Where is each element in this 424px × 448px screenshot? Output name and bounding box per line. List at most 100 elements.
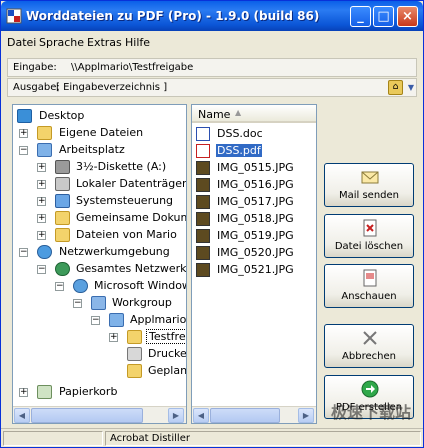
- file-name: IMG_0515.JPG: [217, 161, 294, 174]
- status-printer: Acrobat Distiller: [105, 431, 421, 446]
- output-path-field[interactable]: [ Eingabeverzeichnis ]: [56, 82, 167, 93]
- collapse-icon[interactable]: −: [73, 299, 82, 308]
- expand-icon[interactable]: +: [37, 197, 46, 206]
- collapse-icon[interactable]: −: [37, 265, 46, 274]
- scheduled-tasks-icon: [127, 364, 142, 378]
- floppy-drive-icon: [55, 160, 70, 174]
- scroll-left-icon[interactable]: ◀: [14, 408, 30, 423]
- pdf-icon: [196, 144, 210, 158]
- image-icon: [196, 212, 210, 226]
- tree-label: Lokaler Datenträger (C: [76, 177, 187, 190]
- input-row: Eingabe: \\Applmario\Testfreigabe: [7, 58, 417, 77]
- tree-label: Gesamtes Netzwerk: [76, 262, 187, 275]
- file-list[interactable]: Name ▲ DSS.doc DSS.pdf IMG_0515.JPG IMG_…: [191, 104, 317, 424]
- file-row[interactable]: IMG_0517.JPG: [194, 194, 314, 210]
- app-icon: [6, 8, 22, 24]
- maximize-button[interactable]: □: [373, 6, 394, 27]
- globe-icon: [55, 262, 70, 276]
- workgroup-icon: [91, 296, 106, 310]
- create-pdf-icon: [361, 380, 379, 398]
- scroll-thumb[interactable]: [31, 408, 143, 423]
- scroll-right-icon[interactable]: ▶: [298, 408, 314, 423]
- file-name: DSS.pdf: [216, 144, 262, 157]
- expand-icon[interactable]: +: [37, 214, 46, 223]
- folder-icon: [55, 211, 70, 225]
- cancel-button[interactable]: Abbrechen: [324, 324, 414, 368]
- expand-icon[interactable]: +: [109, 333, 118, 342]
- computer-icon: [109, 313, 124, 327]
- column-header-name[interactable]: Name ▲: [192, 105, 316, 123]
- folder-tree[interactable]: Desktop + Eigene Dateien − Arbeitsplatz …: [12, 104, 187, 424]
- delete-file-button[interactable]: Datei löschen: [324, 214, 414, 258]
- file-row[interactable]: IMG_0520.JPG: [194, 245, 314, 261]
- file-row[interactable]: IMG_0518.JPG: [194, 211, 314, 227]
- file-name: DSS.doc: [217, 127, 263, 140]
- mail-send-label: Mail senden: [338, 190, 400, 201]
- file-row[interactable]: IMG_0516.JPG: [194, 177, 314, 193]
- tree-label: Applmario: [130, 313, 187, 326]
- menu-extras[interactable]: Extras: [87, 36, 122, 49]
- input-path-field[interactable]: \\Applmario\Testfreigabe: [71, 62, 193, 73]
- folder-icon: [55, 228, 70, 242]
- tree-label: Eigene Dateien: [59, 126, 144, 139]
- expand-icon[interactable]: +: [19, 388, 28, 397]
- image-icon: [196, 195, 210, 209]
- scroll-thumb[interactable]: [210, 408, 280, 423]
- mail-send-button[interactable]: Mail senden: [324, 163, 414, 207]
- output-row: Ausgabe: [ Eingabeverzeichnis ] ⌂ ▼: [7, 78, 417, 97]
- sort-ascending-icon: ▲: [235, 108, 242, 117]
- file-name: IMG_0518.JPG: [217, 212, 294, 225]
- scroll-right-icon[interactable]: ▶: [168, 408, 184, 423]
- title-bar[interactable]: Worddateien zu PDF (Pro) - 1.9.0 (build …: [1, 1, 423, 31]
- collapse-icon[interactable]: −: [91, 316, 100, 325]
- expand-icon[interactable]: +: [37, 180, 46, 189]
- watermark-text: 极速下载站: [331, 403, 412, 422]
- tree-label: Dateien von Mario: [76, 228, 177, 241]
- image-icon: [196, 229, 210, 243]
- expand-icon[interactable]: +: [19, 129, 28, 138]
- cancel-label: Abbrechen: [342, 351, 396, 362]
- browse-folder-icon[interactable]: ⌂: [388, 80, 403, 95]
- scroll-left-icon[interactable]: ◀: [193, 408, 209, 423]
- chevron-down-icon[interactable]: ▼: [406, 80, 416, 95]
- collapse-icon[interactable]: −: [19, 146, 28, 155]
- column-header-label: Name: [198, 108, 231, 121]
- tree-label: Drucker: [148, 347, 187, 360]
- delete-file-icon: [363, 219, 377, 237]
- collapse-icon[interactable]: −: [55, 282, 64, 291]
- menu-hilfe[interactable]: Hilfe: [125, 36, 150, 49]
- menu-datei[interactable]: Datei: [7, 36, 36, 49]
- expand-icon[interactable]: +: [37, 231, 46, 240]
- status-cell-empty: [3, 431, 103, 446]
- tree-hscrollbar[interactable]: ◀ ▶: [13, 406, 186, 423]
- tree-label: Geplant: [148, 364, 187, 377]
- image-icon: [196, 178, 210, 192]
- file-row[interactable]: DSS.doc: [194, 126, 314, 142]
- network-icon: [37, 245, 52, 259]
- tree-label: 3½-Diskette (A:): [76, 160, 167, 173]
- file-list-hscrollbar[interactable]: ◀ ▶: [192, 406, 316, 423]
- tree-label: Gemeinsame Dokumer: [76, 211, 186, 224]
- file-name: IMG_0521.JPG: [217, 263, 294, 276]
- word-doc-icon: [196, 127, 210, 141]
- menu-sprache[interactable]: Sprache: [39, 36, 84, 49]
- control-panel-icon: [55, 194, 70, 208]
- image-icon: [196, 263, 210, 277]
- file-name: IMG_0516.JPG: [217, 178, 294, 191]
- file-row[interactable]: IMG_0521.JPG: [194, 262, 314, 278]
- minimize-button[interactable]: _: [350, 6, 371, 27]
- expand-icon[interactable]: +: [37, 163, 46, 172]
- file-row[interactable]: IMG_0519.JPG: [194, 228, 314, 244]
- view-button[interactable]: Anschauen: [324, 264, 414, 308]
- image-icon: [196, 161, 210, 175]
- printer-icon: [127, 347, 142, 361]
- collapse-icon[interactable]: −: [19, 248, 28, 257]
- tree-label: Arbeitsplatz: [59, 143, 125, 156]
- tree-label: Testfre: [146, 329, 186, 344]
- file-row[interactable]: DSS.pdf: [194, 143, 314, 159]
- tree-label: Desktop: [39, 109, 85, 122]
- close-button[interactable]: ×: [397, 6, 418, 27]
- file-row[interactable]: IMG_0515.JPG: [194, 160, 314, 176]
- shared-folder-icon: [127, 330, 142, 344]
- status-bar: Acrobat Distiller: [1, 428, 423, 447]
